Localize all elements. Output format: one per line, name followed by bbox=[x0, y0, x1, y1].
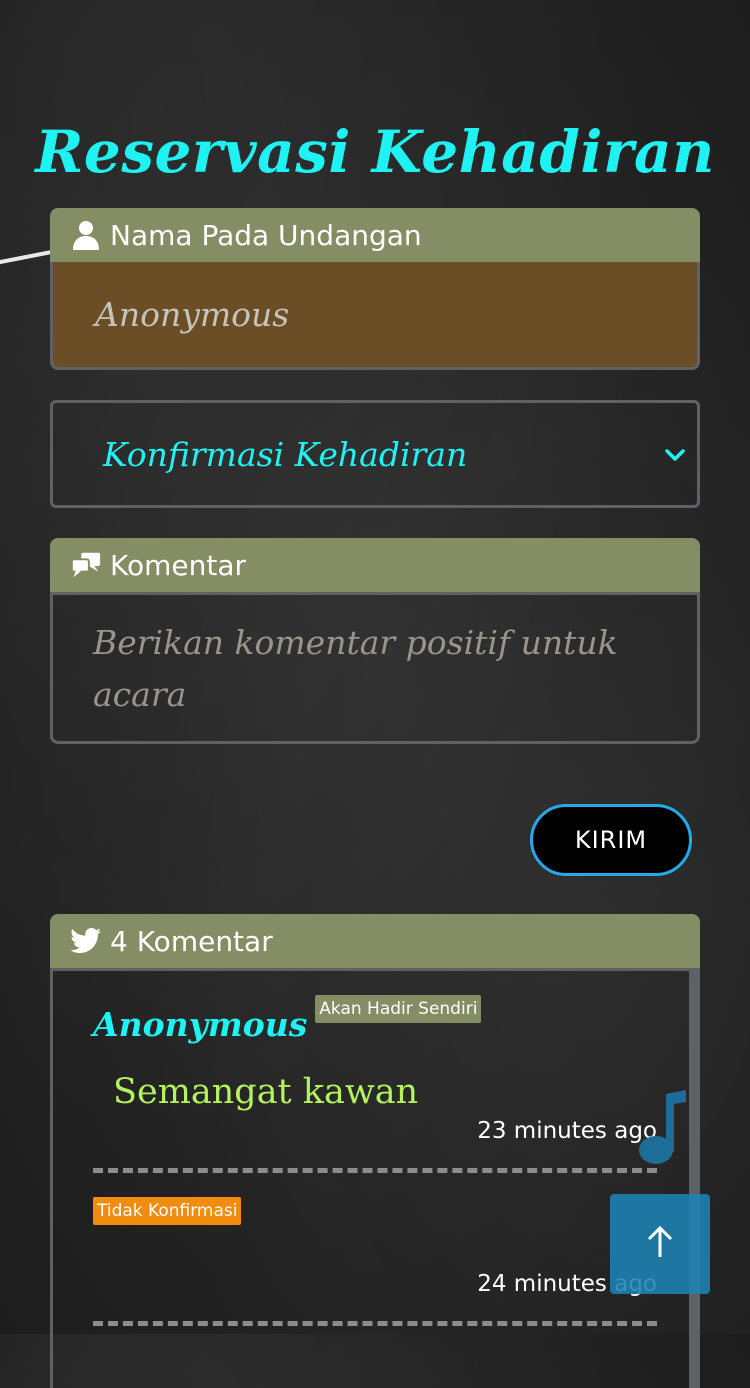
comment-author: Anonymous bbox=[93, 1005, 308, 1044]
comments-header: 4 Komentar bbox=[50, 914, 700, 968]
comments-card: 4 Komentar Anonymous Akan Hadir Sendiri … bbox=[50, 914, 700, 1388]
name-input-value: Anonymous bbox=[95, 295, 290, 334]
arrow-up-icon bbox=[645, 1225, 675, 1263]
comment-time: 23 minutes ago bbox=[477, 1118, 657, 1144]
name-input[interactable]: Anonymous bbox=[50, 262, 700, 370]
comment-textarea[interactable]: Berikan komentar positif untuk acara bbox=[50, 592, 700, 744]
comment-divider bbox=[93, 1168, 657, 1173]
comment-field-label: Komentar bbox=[110, 548, 246, 582]
twitter-icon bbox=[70, 925, 102, 957]
submit-button[interactable]: KIRIM bbox=[530, 804, 692, 876]
music-note-icon[interactable] bbox=[630, 1088, 690, 1168]
comment-entry: Tidak Konfirmasi 24 minutes ago bbox=[93, 1197, 657, 1297]
name-field-label: Nama Pada Undangan bbox=[110, 218, 422, 252]
scrollbar[interactable] bbox=[689, 971, 697, 1388]
comment-entry: Anonymous Akan Hadir Sendiri Semangat ka… bbox=[93, 995, 657, 1144]
page-title: Reservasi Kehadiran bbox=[35, 118, 715, 186]
comment-message: Semangat kawan bbox=[113, 1072, 419, 1112]
comment-field-header: Komentar bbox=[50, 538, 700, 592]
user-icon bbox=[70, 219, 102, 251]
name-field-card: Nama Pada Undangan Anonymous bbox=[50, 208, 700, 370]
status-badge: Tidak Konfirmasi bbox=[93, 1197, 242, 1225]
comment-divider bbox=[93, 1321, 657, 1326]
attendance-select[interactable]: Konfirmasi Kehadiran bbox=[50, 400, 700, 508]
chat-bubbles-icon bbox=[70, 549, 102, 581]
comment-field-card: Komentar Berikan komentar positif untuk … bbox=[50, 538, 700, 744]
comment-time: 24 minutes ago bbox=[477, 1271, 657, 1297]
comments-list[interactable]: Anonymous Akan Hadir Sendiri Semangat ka… bbox=[50, 968, 700, 1388]
comments-count-label: 4 Komentar bbox=[110, 924, 273, 958]
comment-placeholder: Berikan komentar positif untuk acara bbox=[93, 623, 618, 714]
chevron-down-icon bbox=[663, 443, 687, 467]
name-field-header: Nama Pada Undangan bbox=[50, 208, 700, 262]
status-badge: Akan Hadir Sendiri bbox=[315, 995, 482, 1023]
back-to-top-button[interactable] bbox=[610, 1194, 710, 1294]
attendance-select-value: Konfirmasi Kehadiran bbox=[103, 434, 468, 474]
